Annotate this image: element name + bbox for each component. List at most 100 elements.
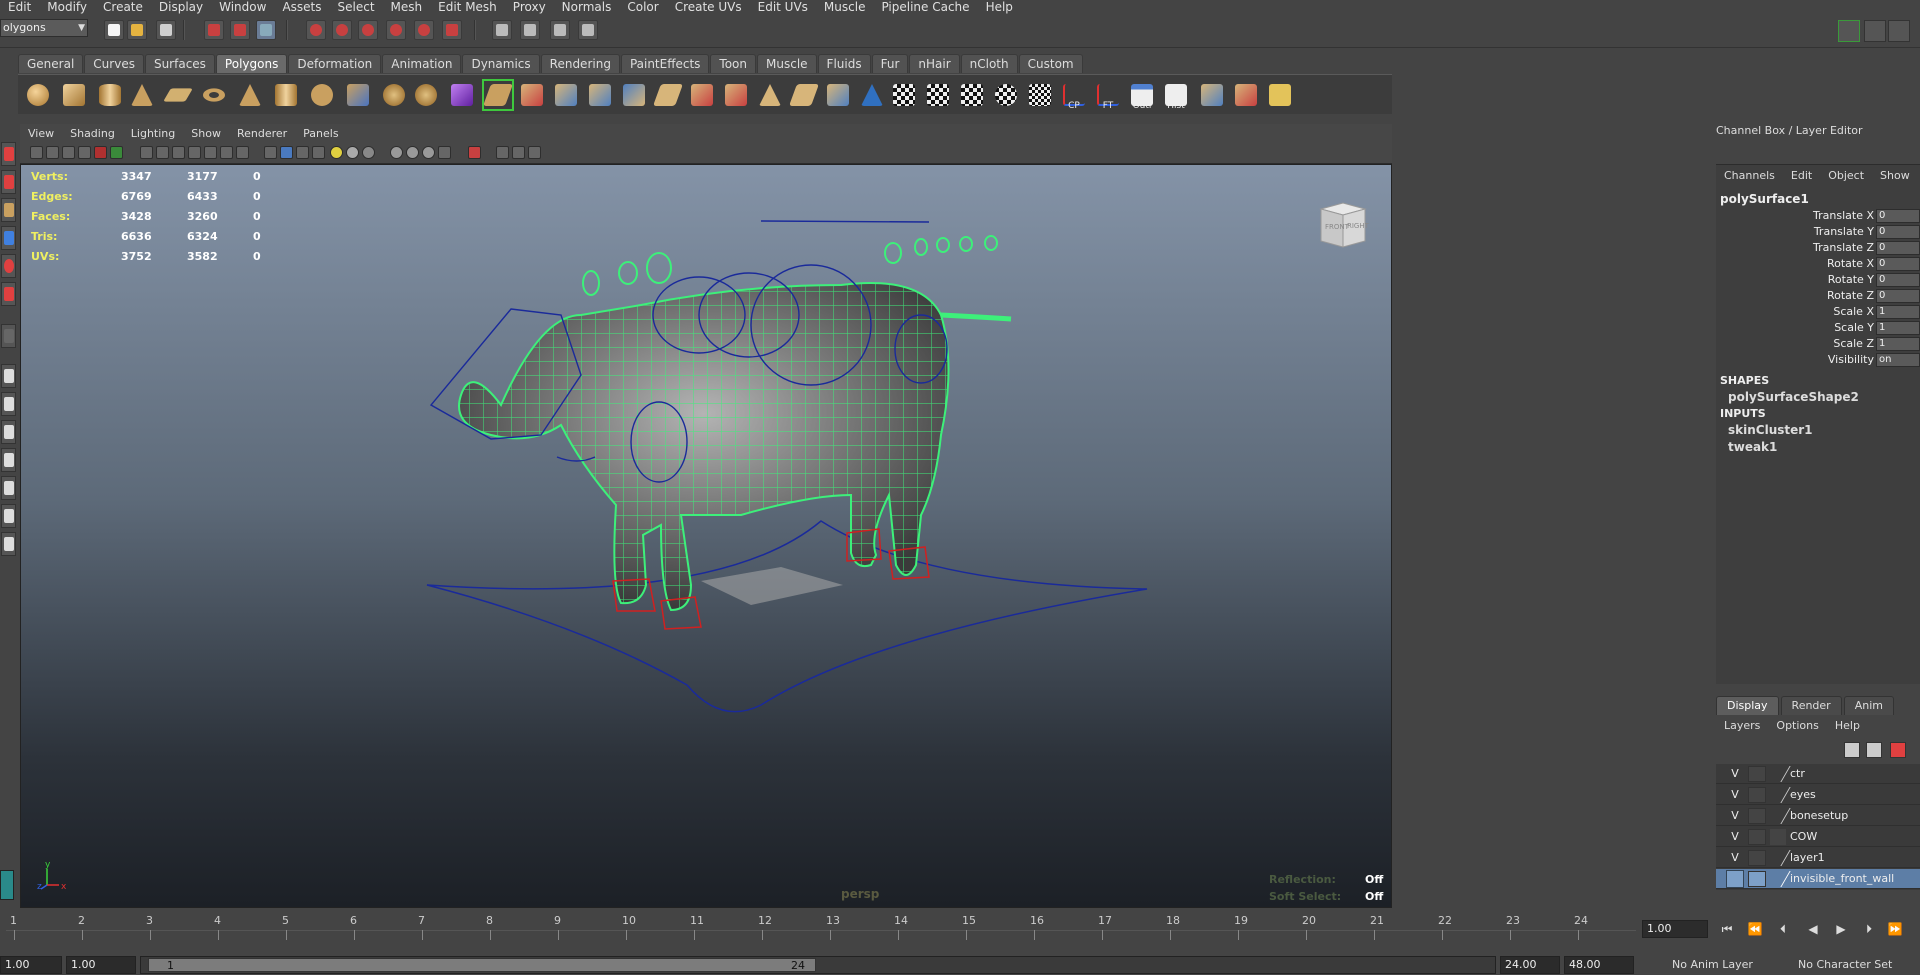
isolate-select-icon[interactable]: [264, 146, 277, 159]
new-scene-button[interactable]: [104, 20, 124, 40]
poke-button[interactable]: [788, 81, 820, 109]
bevel-button[interactable]: [688, 81, 716, 109]
layer-visibility-toggle[interactable]: [1726, 870, 1744, 888]
light-icon[interactable]: [330, 146, 343, 159]
layout-persp-outliner[interactable]: [1, 420, 16, 444]
layer-row[interactable]: Vbonesetup: [1716, 806, 1920, 826]
cow-mesh[interactable]: [458, 282, 1012, 612]
tab-anim-layers[interactable]: Anim: [1843, 696, 1894, 715]
cb-menu-channels[interactable]: Channels: [1716, 166, 1783, 186]
tab-fluids[interactable]: Fluids: [817, 54, 871, 73]
layout-single-perspective[interactable]: [1, 364, 16, 388]
poly-torus-button[interactable]: [200, 81, 228, 109]
render-settings-button[interactable]: [578, 20, 598, 40]
range-slider-handle[interactable]: 1 24: [148, 958, 816, 972]
image-plane-icon[interactable]: [78, 146, 91, 159]
step-back-frame-button[interactable]: ⏴: [1772, 920, 1794, 938]
input-node-tweak[interactable]: tweak1: [1728, 440, 1777, 454]
poly-sphere-button[interactable]: [24, 81, 52, 109]
outliner-button[interactable]: Outl: [1128, 81, 1156, 111]
tab-fur[interactable]: Fur: [871, 54, 909, 73]
layer-type-toggle[interactable]: [1748, 808, 1766, 824]
tab-display-layers[interactable]: Display: [1716, 696, 1779, 715]
snap-point-button[interactable]: [358, 20, 378, 40]
layer-visibility-toggle[interactable]: V: [1726, 849, 1744, 867]
view-cube[interactable]: FRONT RIGHT: [1311, 195, 1375, 251]
step-forward-frame-button[interactable]: ⏵: [1858, 920, 1880, 938]
depth-of-field-icon[interactable]: [422, 146, 435, 159]
layer-type-toggle[interactable]: [1748, 850, 1766, 866]
anim-layer-dropdown[interactable]: No Anim Layer: [1672, 958, 1753, 971]
append-polygon-button[interactable]: [586, 81, 614, 109]
share-icon[interactable]: [528, 146, 541, 159]
layout-custom[interactable]: [1, 532, 16, 556]
separate-button[interactable]: [380, 81, 408, 109]
select-component-button[interactable]: [256, 20, 276, 40]
panel-menu-panels[interactable]: Panels: [295, 127, 346, 140]
poly-cone-button[interactable]: [128, 81, 156, 109]
texture-icon[interactable]: [220, 146, 233, 159]
render-frame-button[interactable]: [520, 20, 540, 40]
layer-color-swatch[interactable]: [1765, 787, 1791, 803]
menu-set-dropdown[interactable]: olygons ▼: [0, 19, 88, 37]
bridge-button[interactable]: [552, 81, 580, 109]
menu-help[interactable]: Help: [978, 0, 1021, 14]
step-forward-key-button[interactable]: ⏩: [1884, 920, 1906, 938]
layout-uv-button[interactable]: [1198, 81, 1226, 109]
tab-custom[interactable]: Custom: [1018, 54, 1083, 73]
menu-select[interactable]: Select: [330, 0, 383, 14]
combine-button[interactable]: [344, 81, 372, 109]
spherical-map-button[interactable]: [992, 81, 1020, 109]
cb-menu-edit[interactable]: Edit: [1783, 166, 1820, 186]
root-control-curve[interactable]: [426, 520, 1148, 713]
layer-type-toggle[interactable]: [1748, 787, 1766, 803]
tab-general[interactable]: General: [18, 54, 84, 73]
planar-map-button[interactable]: [924, 81, 952, 109]
menu-mesh[interactable]: Mesh: [383, 0, 431, 14]
tool-settings-toggle[interactable]: [1888, 20, 1910, 42]
menu-color[interactable]: Color: [619, 0, 666, 14]
playback-end-field[interactable]: 24.00: [1500, 956, 1560, 974]
layer-menu-options[interactable]: Options: [1768, 716, 1826, 736]
layout-four-view[interactable]: [1, 392, 16, 416]
new-layer-selected-icon[interactable]: [1866, 742, 1882, 758]
perspective-viewport[interactable]: Verts: 3347 3177 0 Edges: 6769 6433 0 Faces: 34…: [20, 164, 1392, 908]
make-live-button[interactable]: [482, 79, 514, 111]
move-tool[interactable]: [1, 226, 16, 250]
attribute-editor-toggle[interactable]: [1864, 20, 1886, 42]
ipr-render-button[interactable]: [550, 20, 570, 40]
layer-color-swatch[interactable]: [1770, 829, 1786, 845]
play-forward-button[interactable]: ▶: [1830, 920, 1852, 938]
all-lights-icon[interactable]: [296, 146, 309, 159]
input-node-skincluster[interactable]: skinCluster1: [1728, 423, 1813, 437]
poly-soccer-ball-button[interactable]: [308, 81, 336, 109]
extrude-button[interactable]: [518, 81, 546, 109]
animation-end-field[interactable]: 48.00: [1564, 956, 1634, 974]
delete-history-button[interactable]: Hist: [1162, 81, 1190, 111]
bookmark-icon[interactable]: [62, 146, 75, 159]
menu-assets[interactable]: Assets: [274, 0, 329, 14]
grid-toggle-icon[interactable]: [140, 146, 153, 159]
unfold-uv-button[interactable]: [1266, 81, 1294, 109]
extract-button[interactable]: [412, 81, 440, 109]
poly-plane-button[interactable]: [163, 81, 193, 109]
delete-layer-icon[interactable]: [1890, 742, 1906, 758]
smooth-shade-icon[interactable]: [172, 146, 185, 159]
text-icon[interactable]: [236, 146, 249, 159]
checker-uv-button[interactable]: [890, 81, 918, 109]
tab-muscle[interactable]: Muscle: [757, 54, 817, 73]
xray-icon[interactable]: [204, 146, 217, 159]
attr-field[interactable]: 0: [1876, 273, 1920, 287]
motion-blur-icon[interactable]: [390, 146, 403, 159]
poly-cylinder-button[interactable]: [96, 81, 124, 109]
animation-start-field[interactable]: 1.00: [0, 956, 62, 974]
insert-edge-loop-button[interactable]: [652, 81, 684, 109]
menu-edit[interactable]: Edit: [0, 0, 39, 14]
menu-create-uvs[interactable]: Create UVs: [667, 0, 750, 14]
layer-color-swatch[interactable]: [1765, 850, 1791, 866]
layer-row[interactable]: Vlayer1: [1716, 848, 1920, 868]
play-backward-button[interactable]: ◀: [1802, 920, 1824, 938]
uv-editor-button[interactable]: [1026, 81, 1054, 109]
layer-visibility-toggle[interactable]: V: [1726, 807, 1744, 825]
two-sided-icon[interactable]: [496, 146, 509, 159]
